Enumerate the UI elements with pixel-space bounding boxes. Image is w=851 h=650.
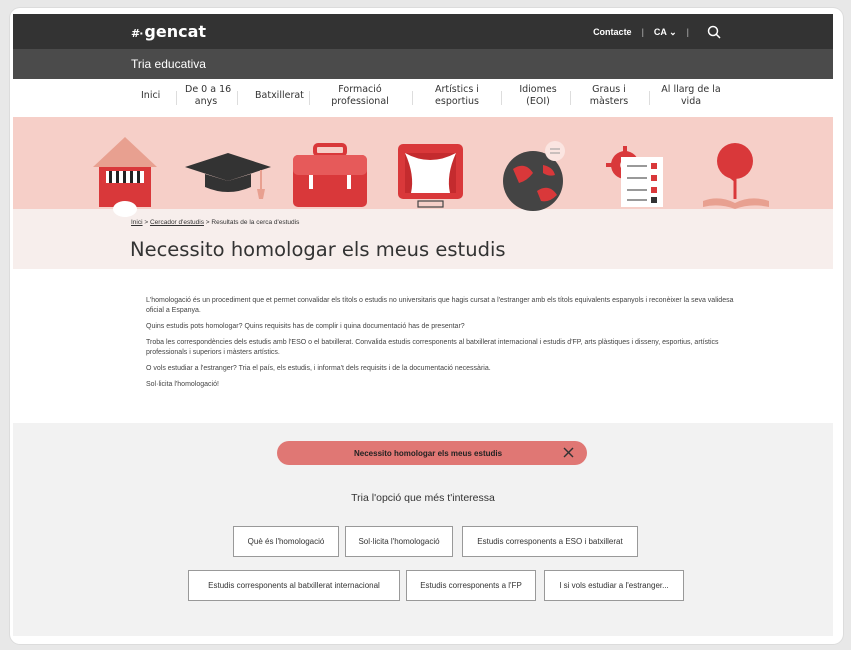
breadcrumb-current: Resultats de la cerca d'estudis <box>211 219 300 226</box>
page-title: Necessito homologar els meus estudis <box>130 238 506 261</box>
nav-divider <box>176 91 177 105</box>
nav-item-graus-masters[interactable]: Graus i màsters <box>587 84 631 108</box>
search-icon[interactable] <box>707 25 721 39</box>
breadcrumb-search[interactable]: Cercador d'estudis <box>150 219 204 226</box>
tree-book-icon <box>703 143 769 209</box>
selected-filter-pill[interactable]: Necessito homologar els meus estudis <box>277 441 587 465</box>
nav-item-batxillerat[interactable]: Batxillerat <box>255 90 304 102</box>
gencat-logo[interactable]: #· gencat <box>131 22 206 41</box>
section-title[interactable]: Tria educativa <box>131 57 206 71</box>
nav-item-idiomes[interactable]: Idiomes (EOI) <box>518 84 558 108</box>
nav-divider <box>412 91 413 105</box>
briefcase-icon <box>293 143 367 207</box>
section-header: Tria educativa <box>13 49 833 79</box>
intro-text: L'homologació és un procediment que et p… <box>146 296 736 396</box>
option-que-es-homologacio[interactable]: Què és l'homologació <box>233 526 339 557</box>
option-eso-batxillerat[interactable]: Estudis corresponents a ESO i batxillera… <box>462 526 638 557</box>
intro-paragraph: L'homologació és un procediment que et p… <box>146 297 734 314</box>
nav-divider <box>649 91 650 105</box>
options-panel: Necessito homologar els meus estudis Tri… <box>13 423 833 636</box>
gencat-logo-text: gencat <box>144 22 207 41</box>
breadcrumb: Inici > Cercador d'estudis > Resultats d… <box>131 219 299 226</box>
breadcrumb-home[interactable]: Inici <box>131 219 143 226</box>
nav-item-artistics-esportius[interactable]: Artístics i esportius <box>431 84 483 108</box>
option-batxillerat-internacional[interactable]: Estudis corresponents al batxillerat int… <box>188 570 400 601</box>
nav-item-inici[interactable]: Inici <box>141 90 160 102</box>
selected-filter-label: Necessito homologar els meus estudis <box>354 449 503 458</box>
separator: | <box>641 27 644 37</box>
option-fp[interactable]: Estudis corresponents a l'FP <box>406 570 536 601</box>
option-estudiar-estranger[interactable]: I si vols estudiar a l'estranger... <box>544 570 684 601</box>
header-utilities: Contacte | CA ⌄ | <box>593 25 721 39</box>
nav-divider <box>237 91 238 105</box>
nav-divider <box>570 91 571 105</box>
option-sollicita-homologacio[interactable]: Sol·licita l'homologació <box>345 526 453 557</box>
gear-checklist-icon <box>606 146 663 207</box>
intro-paragraph: Quins estudis pots homologar? Quins requ… <box>146 323 465 330</box>
nav-divider <box>501 91 502 105</box>
intro-paragraph: O vols estudiar a l'estranger? Tria el p… <box>146 365 491 372</box>
nav-item-al-llarg-vida[interactable]: Al llarg de la vida <box>661 84 721 108</box>
intro-paragraph: Troba les correspondències dels estudis … <box>146 339 719 356</box>
nav-item-formacio-professional[interactable]: Formació professional <box>327 84 393 108</box>
nav-divider <box>309 91 310 105</box>
close-icon[interactable] <box>563 447 574 458</box>
language-selector[interactable]: CA ⌄ <box>654 27 677 38</box>
banner-illustrations <box>93 137 769 217</box>
theatre-icon <box>398 144 463 208</box>
chevron-down-icon: ⌄ <box>669 26 677 37</box>
graduation-cap-icon <box>185 153 271 199</box>
nav-item-de-0-a-16[interactable]: De 0 a 16 anys <box>185 84 231 108</box>
main-nav: Inici De 0 a 16 anys Batxillerat Formaci… <box>13 79 833 118</box>
gencat-logo-mark: #· <box>131 27 143 40</box>
contact-link[interactable]: Contacte <box>593 27 632 37</box>
separator: | <box>686 27 689 37</box>
options-prompt: Tria l'opció que més t'interessa <box>351 492 495 504</box>
school-icon <box>93 137 157 217</box>
top-header: #· gencat Contacte | CA ⌄ | <box>13 14 833 49</box>
language-label: CA <box>653 26 667 37</box>
globe-icon <box>503 141 565 211</box>
intro-paragraph: Sol·licita l'homologació! <box>146 381 219 388</box>
